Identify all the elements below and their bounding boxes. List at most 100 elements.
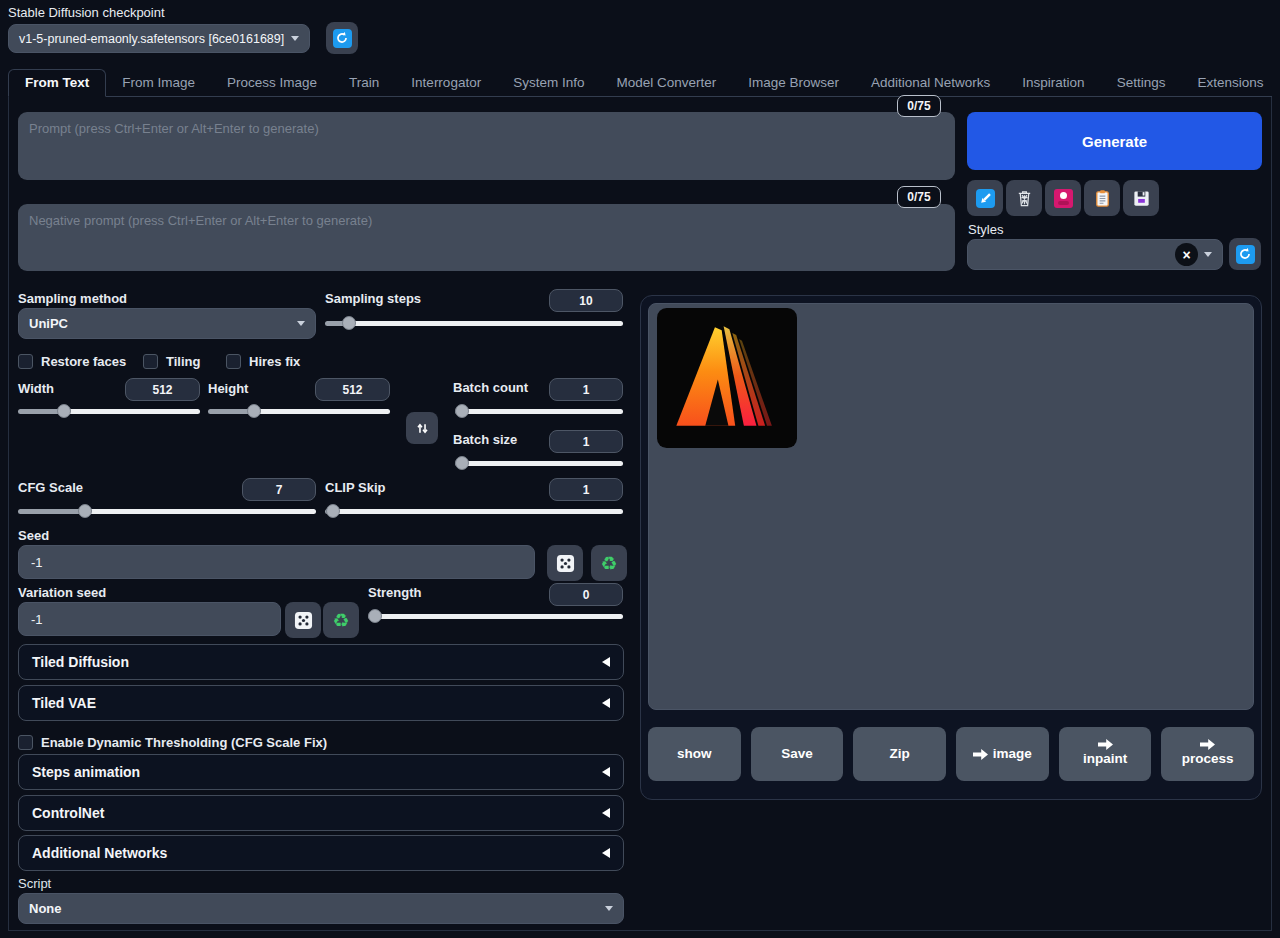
collapse-arrow-icon: [602, 808, 610, 818]
prompt-input[interactable]: [18, 112, 955, 180]
sampling-method-value: UniPC: [29, 316, 68, 331]
output-button-label: Zip: [890, 745, 910, 764]
tab-system-info[interactable]: System Info: [497, 70, 600, 96]
dynamic-thresholding-label: Enable Dynamic Thresholding (CFG Scale F…: [41, 735, 327, 750]
generation-parameters: Sampling method UniPC Sampling steps 10 …: [18, 288, 624, 928]
output-save-button[interactable]: Save: [751, 727, 844, 781]
chevron-down-icon: [605, 906, 613, 911]
script-dropdown[interactable]: None: [18, 893, 624, 924]
accordion-tiled-diffusion[interactable]: Tiled Diffusion: [18, 644, 624, 680]
cfg-scale-slider[interactable]: [18, 509, 316, 514]
generated-image-thumbnail[interactable]: [657, 308, 797, 448]
right-arrow-icon: [1098, 739, 1113, 750]
palette-button[interactable]: [1045, 180, 1081, 216]
styles-dropdown[interactable]: ×: [967, 239, 1223, 270]
accordion-title: Steps animation: [32, 764, 140, 780]
output-inpaint-button[interactable]: inpaint: [1059, 727, 1152, 781]
random-variation-seed-button[interactable]: [285, 602, 321, 638]
tab-image-browser[interactable]: Image Browser: [732, 70, 855, 96]
height-slider[interactable]: [208, 409, 390, 414]
output-panel: show Save Zip imageinpaintprocess: [640, 295, 1262, 800]
tab-extensions[interactable]: Extensions: [1181, 70, 1279, 96]
batch-count-slider[interactable]: [455, 409, 623, 414]
accordion-additional-networks[interactable]: Additional Networks: [18, 835, 624, 871]
negative-token-counter: 0/75: [897, 186, 941, 208]
negative-prompt-input[interactable]: [18, 204, 955, 271]
quick-button-row: [967, 180, 1159, 216]
seed-input[interactable]: -1: [18, 545, 535, 579]
collapse-arrow-icon: [602, 767, 610, 777]
sampling-method-dropdown[interactable]: UniPC: [18, 308, 316, 339]
tab-train[interactable]: Train: [333, 70, 395, 96]
recycle-icon: ♻: [332, 609, 349, 632]
tab-model-converter[interactable]: Model Converter: [600, 70, 732, 96]
accordion-steps-animation[interactable]: Steps animation: [18, 754, 624, 790]
output-button-label: Save: [781, 745, 813, 764]
clip-skip-value[interactable]: 1: [549, 478, 623, 501]
accordion-controlnet[interactable]: ControlNet: [18, 795, 624, 831]
tab-interrogator[interactable]: Interrogator: [395, 70, 497, 96]
output-button-label: show: [677, 745, 712, 764]
strength-value[interactable]: 0: [549, 583, 623, 606]
output-zip-button[interactable]: Zip: [853, 727, 946, 781]
trash-button[interactable]: [1006, 180, 1042, 216]
script-label: Script: [18, 876, 51, 891]
tiling-checkbox[interactable]: Tiling: [143, 354, 200, 369]
width-slider[interactable]: [18, 409, 200, 414]
width-value[interactable]: 512: [125, 378, 200, 401]
height-value[interactable]: 512: [315, 378, 390, 401]
clear-styles-icon[interactable]: ×: [1175, 243, 1198, 266]
clipboard-button[interactable]: [1084, 180, 1120, 216]
hires-fix-checkbox[interactable]: Hires fix: [226, 354, 300, 369]
batch-size-slider[interactable]: [455, 461, 623, 466]
strength-label: Strength: [368, 585, 421, 600]
clipboard-icon: [1093, 189, 1112, 208]
tab-settings[interactable]: Settings: [1101, 70, 1182, 96]
batch-count-value[interactable]: 1: [549, 378, 623, 401]
chevron-down-icon: [297, 321, 305, 326]
swap-dimensions-button[interactable]: [406, 412, 438, 444]
hires-fix-label: Hires fix: [249, 354, 300, 369]
styles-refresh-button[interactable]: [1229, 238, 1261, 270]
sampling-steps-value[interactable]: 10: [549, 289, 623, 312]
cfg-scale-value[interactable]: 7: [242, 478, 316, 501]
tab-from-image[interactable]: From Image: [106, 70, 211, 96]
height-label: Height: [208, 381, 248, 396]
tab-inspiration[interactable]: Inspiration: [1006, 70, 1100, 96]
sampling-steps-slider[interactable]: [325, 321, 623, 326]
tab-bar: From TextFrom ImageProcess ImageTrainInt…: [8, 70, 1272, 97]
save-style-button[interactable]: [1123, 180, 1159, 216]
strength-slider[interactable]: [368, 614, 623, 619]
palette-icon: [1054, 189, 1073, 208]
right-arrow-icon: [1200, 739, 1215, 750]
batch-size-value[interactable]: 1: [549, 430, 623, 453]
output-show-button[interactable]: show: [648, 727, 741, 781]
paste-arrow-button[interactable]: [967, 180, 1003, 216]
variation-seed-input[interactable]: -1: [18, 602, 281, 636]
refresh-icon: [1236, 245, 1255, 264]
output-gallery[interactable]: [648, 303, 1254, 710]
variation-seed-value: -1: [31, 612, 43, 627]
checkpoint-dropdown[interactable]: v1-5-pruned-emaonly.safetensors [6ce0161…: [8, 24, 310, 53]
prompt-token-counter: 0/75: [897, 95, 941, 117]
dynamic-thresholding-checkbox[interactable]: Enable Dynamic Thresholding (CFG Scale F…: [18, 735, 327, 750]
random-seed-button[interactable]: [547, 545, 583, 581]
width-label: Width: [18, 381, 54, 396]
output-image-button[interactable]: image: [956, 727, 1049, 781]
right-arrow-icon: [1200, 739, 1215, 750]
accordion-tiled-vae[interactable]: Tiled VAE: [18, 685, 624, 721]
tab-process-image[interactable]: Process Image: [211, 70, 333, 96]
output-button-row: show Save Zip imageinpaintprocess: [648, 727, 1254, 781]
clip-skip-label: CLIP Skip: [325, 480, 385, 495]
reuse-variation-seed-button[interactable]: ♻: [323, 602, 359, 638]
clip-skip-slider[interactable]: [325, 509, 623, 514]
restore-faces-checkbox[interactable]: Restore faces: [18, 354, 126, 369]
sampling-steps-label: Sampling steps: [325, 291, 421, 306]
checkpoint-refresh-button[interactable]: [326, 22, 358, 54]
reuse-seed-button[interactable]: ♻: [591, 545, 627, 581]
tab-additional-networks[interactable]: Additional Networks: [855, 70, 1006, 96]
generate-button[interactable]: Generate: [967, 112, 1262, 170]
tab-from-text[interactable]: From Text: [8, 69, 106, 97]
output-process-button[interactable]: process: [1161, 727, 1254, 781]
sampling-method-label: Sampling method: [18, 291, 127, 306]
